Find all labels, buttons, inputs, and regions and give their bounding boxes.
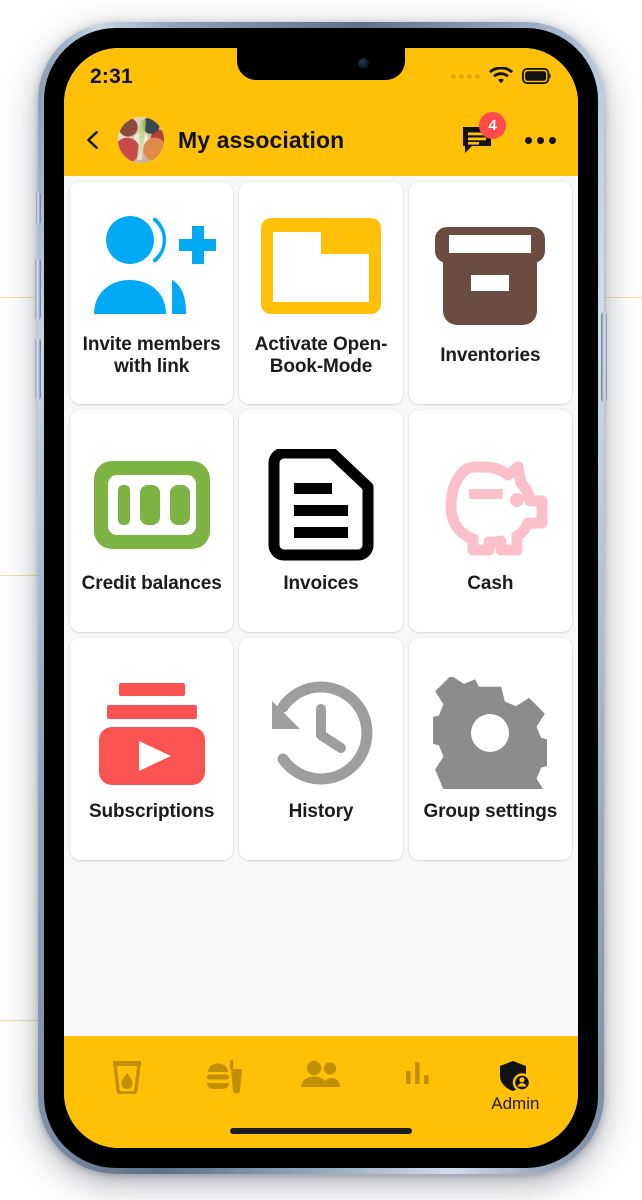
- tile-label: Inventories: [440, 344, 541, 366]
- tile-label: Subscriptions: [88, 800, 215, 822]
- mute-switch[interactable]: [36, 192, 41, 224]
- tile-label: Invoices: [283, 572, 359, 594]
- chat-button[interactable]: 4: [461, 112, 506, 155]
- folder-icon: [259, 204, 383, 328]
- tile-activate-open-book-mode[interactable]: Activate Open-Book-Mode: [239, 182, 403, 404]
- volume-up-button[interactable]: [35, 258, 41, 320]
- back-chevron-icon[interactable]: [82, 129, 104, 151]
- tile-invoices[interactable]: Invoices: [239, 410, 403, 632]
- tile-credit-balances[interactable]: Credit balances: [70, 410, 234, 632]
- wifi-icon: [489, 67, 513, 84]
- phone-screen: 2:31 My association 4 Invite members wit…: [64, 48, 578, 1148]
- battery-full-icon: [522, 68, 551, 84]
- shield-person-icon: [500, 1061, 532, 1092]
- phone-device: 2:31 My association 4 Invite members wit…: [35, 22, 607, 1174]
- history-clock-icon: [262, 671, 380, 795]
- tile-subscriptions[interactable]: Subscriptions: [70, 638, 234, 860]
- display-notch: [237, 48, 405, 80]
- tile-label: Cash: [467, 572, 514, 594]
- nav-item-members[interactable]: [279, 1060, 363, 1091]
- page-title: My association: [178, 126, 345, 153]
- tile-label: Invite members with link: [82, 333, 221, 377]
- tile-inventories[interactable]: Inventories: [408, 182, 572, 404]
- status-clock: 2:31: [90, 65, 133, 88]
- tile-label: Group settings: [423, 800, 558, 822]
- gear-icon: [433, 671, 548, 795]
- app-bar: My association 4: [64, 104, 578, 176]
- feature-grid: Invite members with link Activate Open-B…: [64, 176, 578, 866]
- fast-food-icon: [206, 1060, 242, 1094]
- tile-label: Credit balances: [81, 572, 222, 594]
- nav-item-statistics[interactable]: [376, 1060, 460, 1089]
- document-lines-icon: [268, 443, 374, 567]
- signal-dots-icon: [451, 73, 480, 79]
- nav-label: Admin: [491, 1094, 540, 1113]
- home-indicator[interactable]: [230, 1128, 412, 1134]
- nav-item-food[interactable]: [182, 1060, 266, 1097]
- nav-item-drinks[interactable]: [85, 1060, 169, 1097]
- more-options-icon[interactable]: [525, 136, 556, 144]
- tile-history[interactable]: History: [239, 638, 403, 860]
- subscriptions-play-icon: [93, 671, 211, 795]
- status-indicators: [451, 64, 552, 85]
- people-icon: [300, 1060, 340, 1087]
- archive-box-icon: [431, 215, 549, 339]
- front-camera-icon: [358, 58, 369, 69]
- bar-chart-icon: [406, 1062, 429, 1084]
- banknote-100-icon: [90, 443, 214, 567]
- device-bezel: 2:31 My association 4 Invite members wit…: [44, 28, 598, 1168]
- person-add-icon: [88, 204, 216, 328]
- volume-down-button[interactable]: [35, 338, 41, 400]
- avatar[interactable]: [118, 117, 164, 163]
- tile-invite-members[interactable]: Invite members with link: [70, 182, 234, 404]
- tile-label: History: [288, 800, 354, 822]
- status-bar: 2:31: [64, 48, 578, 104]
- chat-badge: 4: [479, 112, 506, 139]
- tile-label: Activate Open-Book-Mode: [254, 333, 388, 377]
- piggy-bank-icon: [429, 443, 551, 567]
- tile-group-settings[interactable]: Group settings: [408, 638, 572, 860]
- power-button[interactable]: [601, 312, 607, 402]
- nav-item-admin[interactable]: Admin: [473, 1060, 557, 1112]
- drink-glass-icon: [112, 1061, 141, 1094]
- tile-cash[interactable]: Cash: [408, 410, 572, 632]
- main-content: Invite members with link Activate Open-B…: [64, 176, 578, 1036]
